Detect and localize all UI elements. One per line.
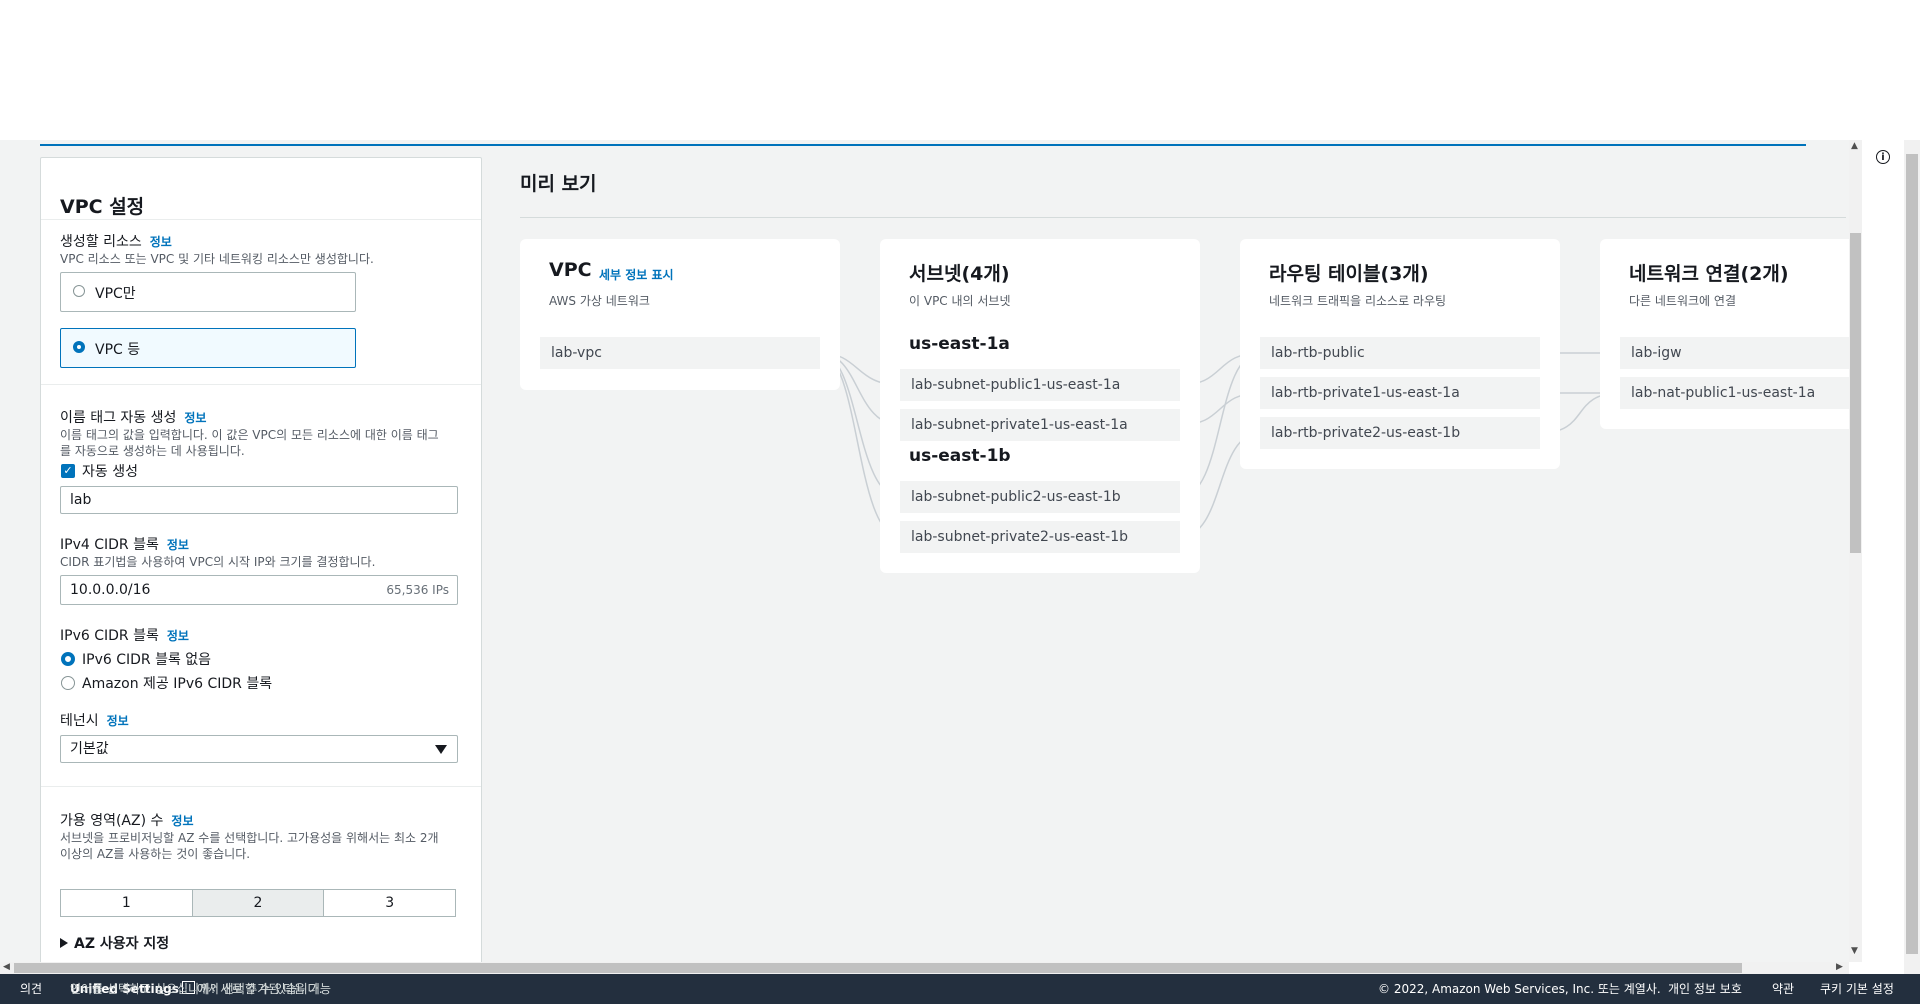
- main-area: VPC 설정 생성할 리소스 정보 VPC 리소스 또는 VPC 및 기타 네트워…: [0, 140, 1862, 962]
- scroll-left-icon[interactable]: ◀: [3, 962, 10, 972]
- scroll-up-icon[interactable]: ▲: [1851, 141, 1858, 151]
- route-table-item[interactable]: lab-rtb-private2-us-east-1b: [1260, 417, 1540, 449]
- console-footer: 의견 언어를 선택하고 싶으십니까? 새로 추가된 다음 기능 Unified S…: [0, 974, 1920, 1004]
- subnet-card: 서브넷(4개) 이 VPC 내의 서브넷 us-east-1a lab-subn…: [880, 239, 1200, 573]
- scroll-right-icon[interactable]: ▶: [1836, 962, 1843, 972]
- page-vertical-scroll-thumb[interactable]: [1906, 154, 1918, 954]
- footer-copyright: © 2022, Amazon Web Services, Inc. 또는 계열사…: [1378, 982, 1661, 996]
- route-table-item[interactable]: lab-rtb-public: [1260, 337, 1540, 369]
- subnet-card-title: 서브넷(4개): [909, 263, 1010, 285]
- subnet-item[interactable]: lab-subnet-private2-us-east-1b: [900, 521, 1180, 553]
- focus-border: [40, 144, 1806, 146]
- vpc-item[interactable]: lab-vpc: [540, 337, 820, 369]
- show-details-link[interactable]: 세부 정보 표시: [599, 266, 674, 283]
- subnet-item[interactable]: lab-subnet-public2-us-east-1b: [900, 481, 1180, 513]
- network-connection-card: 네트워크 연결(2개) 다른 네트워크에 연결 lab-igw lab-nat-…: [1600, 239, 1849, 429]
- subnet-item[interactable]: lab-subnet-public1-us-east-1a: [900, 369, 1180, 401]
- top-blank-area: [0, 0, 1920, 140]
- scroll-down-icon[interactable]: ▼: [1851, 946, 1858, 956]
- route-card-title: 라우팅 테이블(3개): [1269, 263, 1429, 285]
- az-label-1a: us-east-1a: [909, 334, 1010, 354]
- network-item[interactable]: lab-igw: [1620, 337, 1849, 369]
- vpc-card-subtitle: AWS 가상 네트워크: [549, 294, 650, 308]
- route-card-subtitle: 네트워크 트래픽을 리소스로 라우팅: [1269, 294, 1447, 308]
- footer-feedback-link[interactable]: 의견: [20, 974, 42, 1004]
- network-card-subtitle: 다른 네트워크에 연결: [1629, 294, 1736, 308]
- footer-cookie-preferences-link[interactable]: 쿠키 기본 설정: [1820, 974, 1894, 1004]
- route-table-card: 라우팅 테이블(3개) 네트워크 트래픽을 리소스로 라우팅 lab-rtb-p…: [1240, 239, 1560, 469]
- az-label-1b: us-east-1b: [909, 446, 1011, 466]
- vpc-card-title: VPC: [549, 259, 592, 281]
- route-table-item[interactable]: lab-rtb-private1-us-east-1a: [1260, 377, 1540, 409]
- subnet-item[interactable]: lab-subnet-private1-us-east-1a: [900, 409, 1180, 441]
- footer-terms-link[interactable]: 약관: [1772, 974, 1794, 1004]
- network-card-title: 네트워크 연결(2개): [1629, 263, 1789, 285]
- network-item[interactable]: lab-nat-public1-us-east-1a: [1620, 377, 1849, 409]
- subnet-card-subtitle: 이 VPC 내의 서브넷: [909, 294, 1011, 308]
- footer-language-message: 언어를 선택하고 싶으십니까? 새로 추가된 다음 기능 Unified Sett…: [70, 974, 331, 1004]
- horizontal-scroll-thumb[interactable]: [14, 963, 1742, 973]
- vpc-card: VPC 세부 정보 표시 AWS 가상 네트워크 lab-vpc: [520, 239, 840, 390]
- info-icon[interactable]: i: [1876, 150, 1890, 164]
- preview-vertical-scroll-thumb[interactable]: [1850, 233, 1861, 553]
- footer-privacy-link[interactable]: 개인 정보 보호: [1668, 974, 1742, 1004]
- language-message-suffix: 에서 선택할 수 있습니다.: [196, 982, 323, 996]
